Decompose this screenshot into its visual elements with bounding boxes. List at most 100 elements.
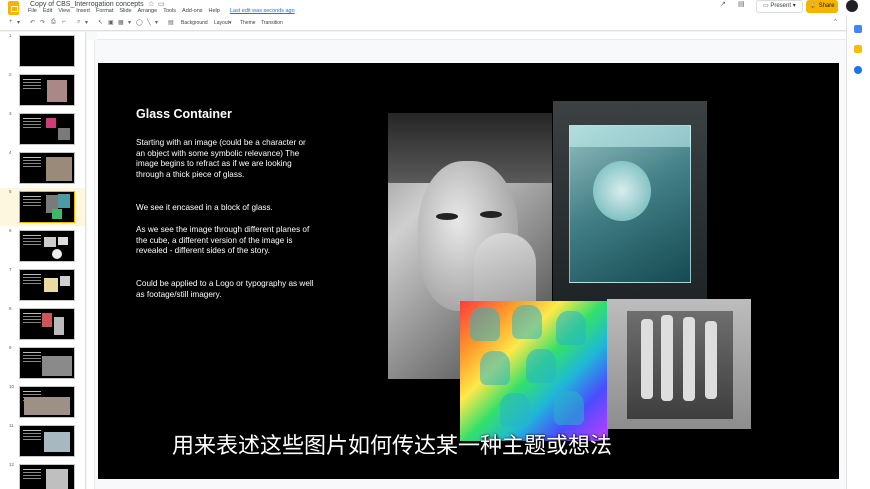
slide-thumbnail[interactable]: 8 xyxy=(0,305,85,343)
slide-number: 2 xyxy=(9,72,12,77)
slide-number: 3 xyxy=(9,111,12,116)
folder-icon[interactable]: ▭ xyxy=(158,0,165,8)
tasks-icon[interactable] xyxy=(854,66,862,74)
slide-filmstrip: 1 2 3 4 5 6 7 8 9 10 11 12 xyxy=(0,32,86,489)
comments-icon[interactable]: ▤ xyxy=(738,0,745,8)
slide-preview xyxy=(19,308,75,340)
last-edit-link[interactable]: Last edit was seconds ago xyxy=(230,8,295,16)
document-title[interactable]: Copy of CBS_Interrogation concepts xyxy=(30,1,144,8)
menu-format[interactable]: Format xyxy=(96,8,113,16)
slide-number: 8 xyxy=(9,306,12,311)
horizontal-ruler[interactable] xyxy=(97,32,846,40)
slide-thumbnail[interactable]: 1 xyxy=(0,32,85,70)
menu-edit[interactable]: Edit xyxy=(43,8,52,16)
glass-cube-image[interactable] xyxy=(553,101,707,306)
current-slide[interactable]: Glass Container Starting with an image (… xyxy=(98,63,839,479)
share-button[interactable]: 🔒 Share xyxy=(806,0,838,13)
zoom-dropdown-icon[interactable]: ▾ xyxy=(85,19,88,26)
background-button[interactable]: Background xyxy=(181,20,208,26)
slide-thumbnail[interactable]: 7 xyxy=(0,266,85,304)
slide-preview xyxy=(19,74,75,106)
menu-view[interactable]: View xyxy=(58,8,70,16)
slide-number: 7 xyxy=(9,267,12,272)
slide-preview xyxy=(19,152,75,184)
menu-insert[interactable]: Insert xyxy=(76,8,90,16)
line-dropdown-icon[interactable]: ▾ xyxy=(155,19,158,26)
image-dropdown-icon[interactable]: ▾ xyxy=(128,19,131,26)
slide-preview xyxy=(19,230,75,262)
slide-thumbnail[interactable]: 9 xyxy=(0,344,85,382)
layout-button[interactable]: Layout▾ xyxy=(214,20,232,26)
slide-number: 10 xyxy=(9,384,15,389)
menu-tools[interactable]: Tools xyxy=(163,8,176,16)
side-panel xyxy=(846,17,870,489)
slide-number: 5 xyxy=(9,189,12,194)
slide-thumbnail[interactable]: 11 xyxy=(0,422,85,460)
slide-preview xyxy=(19,113,75,145)
textbox-icon[interactable]: ▣ xyxy=(108,19,114,26)
slide-paragraph-1[interactable]: Starting with an image (could be a chara… xyxy=(136,138,316,180)
select-icon[interactable]: ↖ xyxy=(98,19,103,26)
slide-preview xyxy=(19,35,75,67)
menu-help[interactable]: Help xyxy=(209,8,220,16)
refracted-rainbow-image[interactable] xyxy=(460,301,608,441)
slides-logo-icon[interactable] xyxy=(8,1,19,15)
present-button[interactable]: ▭ Present ▾ xyxy=(756,0,803,13)
glass-feet-image[interactable] xyxy=(607,299,751,429)
menu-addons[interactable]: Add-ons xyxy=(182,8,203,16)
slide-preview xyxy=(19,191,75,223)
slide-preview xyxy=(19,425,75,457)
share-label: Share xyxy=(818,3,835,9)
menu-bar: File Edit View Insert Format Slide Arran… xyxy=(28,8,295,16)
slide-number: 1 xyxy=(9,33,12,38)
comment-icon[interactable]: ▤ xyxy=(168,19,174,26)
undo-icon[interactable]: ↶ xyxy=(30,19,35,26)
redo-icon[interactable]: ↷ xyxy=(40,19,45,26)
menu-slide[interactable]: Slide xyxy=(119,8,131,16)
slide-paragraph-3[interactable]: As we see the image through different pl… xyxy=(136,225,316,257)
vertical-ruler[interactable] xyxy=(87,40,95,489)
paint-format-icon[interactable]: ⌐ xyxy=(62,19,66,25)
theme-button[interactable]: Theme xyxy=(240,20,256,26)
slide-number: 6 xyxy=(9,228,12,233)
print-icon[interactable]: ⎙ xyxy=(51,19,56,26)
slide-paragraph-4[interactable]: Could be applied to a Logo or typography… xyxy=(136,279,316,300)
slide-thumbnail[interactable]: 10 xyxy=(0,383,85,421)
menu-file[interactable]: File xyxy=(28,8,37,16)
transition-button[interactable]: Transition xyxy=(261,20,283,26)
slide-thumbnail-selected[interactable]: 5 xyxy=(0,188,85,226)
slide-preview xyxy=(19,347,75,379)
collapse-toolbar-icon[interactable]: ^ xyxy=(834,19,837,25)
shape-icon[interactable]: ◯ xyxy=(136,19,143,26)
video-subtitle: 用来表述这些图片如何传达某一种主题或想法 xyxy=(172,434,613,459)
image-icon[interactable]: ▦ xyxy=(118,19,124,26)
activity-icon[interactable]: ↗ xyxy=(720,0,726,8)
slide-preview xyxy=(19,464,75,489)
toolbar: + ▾ ↶ ↷ ⎙ ⌐ ⌕ ▾ ↖ ▣ ▦ ▾ ◯ ╲ ▾ ▤ Backgrou… xyxy=(0,17,846,31)
new-slide-icon[interactable]: + xyxy=(9,19,13,25)
keep-icon[interactable] xyxy=(854,45,862,53)
slide-thumbnail[interactable]: 4 xyxy=(0,149,85,187)
slide-number: 12 xyxy=(9,462,15,467)
zoom-icon[interactable]: ⌕ xyxy=(77,19,80,26)
layout-label: Layout xyxy=(214,20,230,26)
slide-preview xyxy=(19,386,75,418)
present-label: Present xyxy=(770,3,792,9)
calendar-icon[interactable] xyxy=(854,25,862,33)
avatar[interactable] xyxy=(846,0,858,12)
slide-thumbnail[interactable]: 12 xyxy=(0,461,85,489)
slide-thumbnail[interactable]: 6 xyxy=(0,227,85,265)
slide-number: 9 xyxy=(9,345,12,350)
new-slide-dropdown-icon[interactable]: ▾ xyxy=(17,19,20,26)
slide-title[interactable]: Glass Container xyxy=(136,107,232,121)
slide-thumbnail[interactable]: 2 xyxy=(0,71,85,109)
slide-paragraph-2[interactable]: We see it encased in a block of glass. xyxy=(136,203,316,214)
line-icon[interactable]: ╲ xyxy=(147,19,151,26)
star-icon[interactable]: ☆ xyxy=(148,0,154,8)
slide-number: 11 xyxy=(9,423,14,428)
slide-preview xyxy=(19,269,75,301)
menu-arrange[interactable]: Arrange xyxy=(138,8,158,16)
slide-number: 4 xyxy=(9,150,12,155)
slide-thumbnail[interactable]: 3 xyxy=(0,110,85,148)
google-slides-app: Copy of CBS_Interrogation concepts ☆ ▭ ↗… xyxy=(0,0,870,489)
